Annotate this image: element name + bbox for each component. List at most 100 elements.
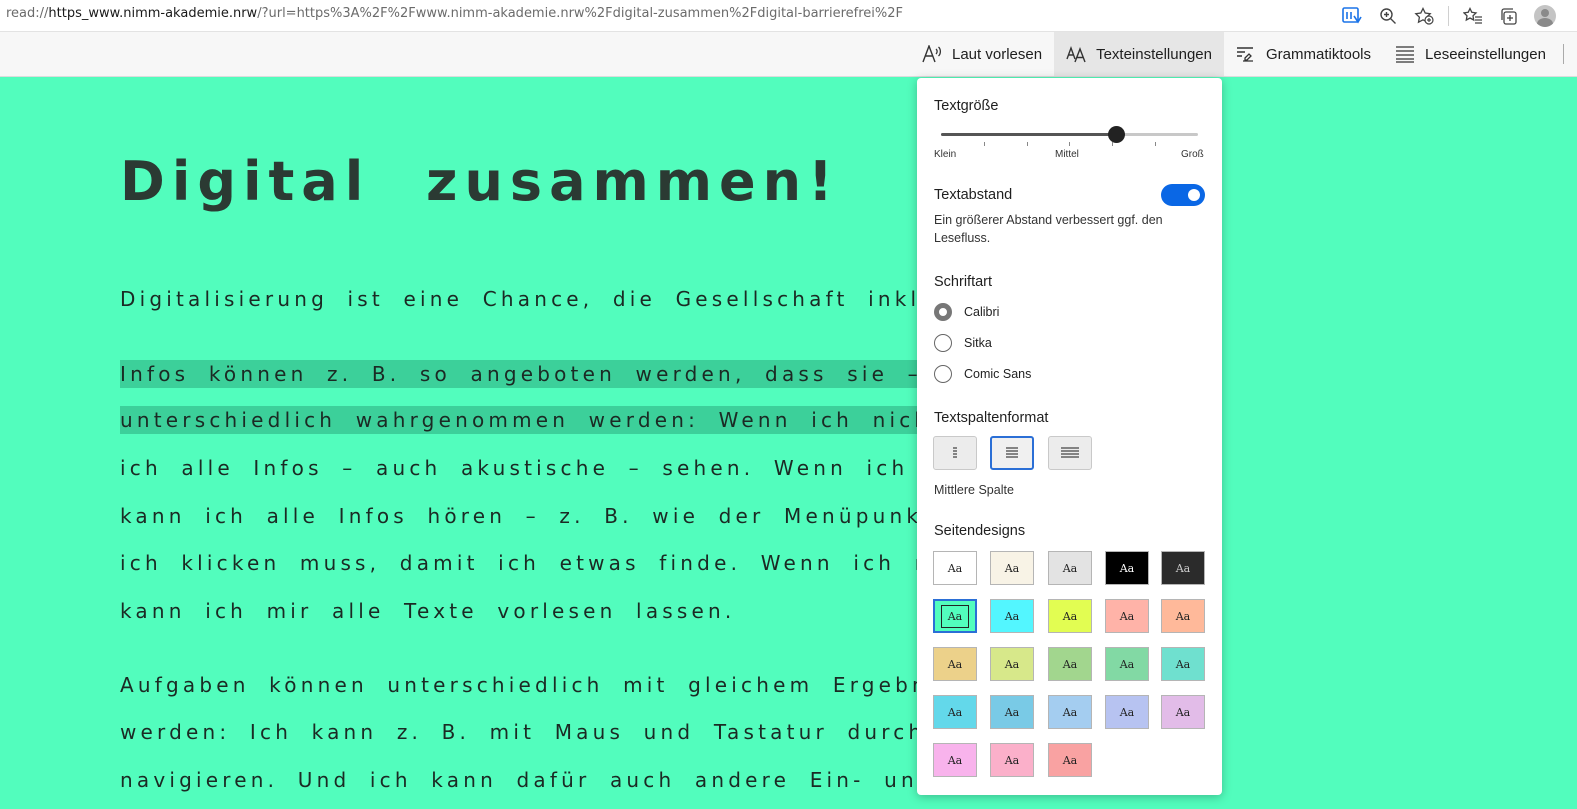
reading-settings-icon: [1395, 45, 1415, 63]
reading-settings-button[interactable]: Leseeinstellungen: [1383, 32, 1558, 76]
swatch-label: Aa: [947, 753, 963, 767]
page-theme-swatch[interactable]: Aa: [990, 743, 1034, 777]
narrow-column-icon: [953, 447, 957, 458]
text-spacing-toggle[interactable]: [1161, 184, 1205, 206]
address-bar[interactable]: read://https_www.nimm-akademie.nrw/?url=…: [0, 0, 1577, 32]
swatch-label: Aa: [1004, 561, 1020, 575]
article-line: Aufgaben können unterschiedlich mit glei…: [120, 673, 954, 697]
text-settings-panel: Textgröße Klein Mittel Groß Textabstand …: [917, 78, 1222, 795]
grammar-tools-label: Grammatiktools: [1265, 45, 1372, 63]
swatch-label: Aa: [1062, 657, 1078, 671]
page-theme-swatch[interactable]: Aa: [1161, 695, 1205, 729]
page-theme-swatch[interactable]: Aa: [933, 743, 977, 777]
swatch-label: Aa: [1175, 609, 1191, 623]
page-theme-swatch[interactable]: Aa: [1048, 551, 1092, 585]
collections-icon[interactable]: [1491, 3, 1527, 29]
font-heading: Schriftart: [934, 274, 993, 290]
swatch-label: Aa: [940, 604, 970, 628]
swatch-label: Aa: [1119, 657, 1135, 671]
page-theme-swatch[interactable]: Aa: [1048, 647, 1092, 681]
radio[interactable]: [934, 365, 952, 383]
page-theme-swatch[interactable]: Aa: [1048, 743, 1092, 777]
swatch-label: Aa: [1004, 609, 1020, 623]
read-aloud-label: Laut vorlesen: [952, 45, 1043, 63]
url-scheme: read://: [6, 6, 49, 21]
page-theme-swatch[interactable]: Aa: [1105, 599, 1149, 633]
article-line: kann ich alle Infos hören – z. B. wie de…: [120, 504, 935, 528]
text-size-icon: [1066, 45, 1086, 63]
page-theme-swatch[interactable]: Aa: [933, 647, 977, 681]
wide-column-button[interactable]: [1048, 436, 1092, 470]
page-theme-swatch[interactable]: Aa: [1161, 647, 1205, 681]
font-option-comic-sans[interactable]: Comic Sans: [934, 365, 1031, 383]
page-theme-swatch[interactable]: Aa: [1048, 695, 1092, 729]
medium-column-button[interactable]: [990, 436, 1034, 470]
swatch-label: Aa: [947, 561, 963, 575]
text-spacing-heading: Textabstand: [934, 187, 1013, 203]
swatch-label: Aa: [1119, 705, 1135, 719]
medium-column-icon: [1006, 447, 1018, 458]
page-theme-swatch[interactable]: Aa: [1105, 695, 1149, 729]
swatch-label: Aa: [1175, 561, 1191, 575]
page-theme-swatch[interactable]: Aa: [1161, 599, 1205, 633]
favorites-icon[interactable]: [1455, 3, 1491, 29]
page-theme-swatch[interactable]: Aa: [990, 599, 1034, 633]
read-aloud-button[interactable]: Laut vorlesen: [910, 32, 1054, 76]
text-settings-label: Texteinstellungen: [1096, 45, 1212, 63]
article-line-highlighted: Infos können z. B. so angeboten werden, …: [120, 360, 958, 388]
page-theme-swatch[interactable]: Aa: [1105, 551, 1149, 585]
url-host: https_www.nimm-akademie.nrw: [48, 6, 258, 21]
text-settings-button[interactable]: Texteinstellungen: [1054, 32, 1224, 76]
article-title: Digital zusammen!: [120, 150, 840, 213]
swatch-label: Aa: [1004, 753, 1020, 767]
page-theme-swatch[interactable]: Aa: [990, 647, 1034, 681]
article-line: navigieren. Und ich kann dafür auch ande…: [120, 768, 935, 792]
grammar-tools-button[interactable]: Grammatiktools: [1224, 32, 1383, 76]
page-themes-heading: Seitendesigns: [934, 523, 1026, 539]
add-favorite-icon[interactable]: [1406, 3, 1442, 29]
page-theme-swatch[interactable]: Aa: [1105, 647, 1149, 681]
highlighted-text: Infos können z. B. so angeboten werden, …: [120, 360, 958, 388]
slider-thumb[interactable]: [1108, 126, 1125, 143]
page-theme-swatch[interactable]: Aa: [1048, 599, 1092, 633]
column-format-heading: Textspaltenformat: [934, 410, 1049, 426]
page-theme-swatch[interactable]: Aa: [990, 551, 1034, 585]
swatch-label: Aa: [1062, 753, 1078, 767]
url-text[interactable]: read://https_www.nimm-akademie.nrw/?url=…: [6, 6, 903, 21]
font-option-label: Comic Sans: [964, 367, 1032, 381]
narrow-column-button[interactable]: [933, 436, 977, 470]
article-line: kann ich mir alle Texte vorlesen lassen.: [120, 599, 736, 623]
font-option-sitka[interactable]: Sitka: [934, 334, 992, 352]
slider-label-medium: Mittel: [1055, 149, 1079, 160]
profile-avatar[interactable]: [1527, 3, 1563, 29]
page-theme-swatch[interactable]: Aa: [933, 695, 977, 729]
page-theme-swatch[interactable]: Aa: [990, 695, 1034, 729]
text-size-slider[interactable]: [941, 126, 1198, 143]
slider-label-small: Klein: [934, 149, 957, 160]
column-format-caption: Mittlere Spalte: [934, 483, 1014, 497]
read-aloud-icon: [922, 45, 942, 63]
wide-column-icon: [1061, 447, 1079, 458]
slider-label-large: Groß: [1181, 149, 1204, 160]
swatch-label: Aa: [1119, 561, 1135, 575]
page-theme-swatch[interactable]: Aa: [1161, 551, 1205, 585]
radio[interactable]: [934, 334, 952, 352]
text-spacing-description: Ein größerer Abstand verbessert ggf. den…: [934, 213, 1163, 245]
url-path: /?url=https%3A%2F%2Fwww.nimm-akademie.nr…: [257, 6, 904, 21]
font-option-label: Calibri: [964, 305, 1000, 319]
highlighted-text: unterschiedlich wahrgenommen werden: Wen…: [120, 406, 944, 434]
article-line-highlighted: unterschiedlich wahrgenommen werden: Wen…: [120, 406, 944, 434]
swatch-label: Aa: [1004, 705, 1020, 719]
font-option-calibri[interactable]: Calibri: [934, 303, 999, 321]
text-size-heading: Textgröße: [934, 98, 999, 114]
page-theme-swatch[interactable]: Aa: [933, 551, 977, 585]
immersive-reader-icon[interactable]: [1334, 3, 1370, 29]
zoom-icon[interactable]: [1370, 3, 1406, 29]
swatch-label: Aa: [947, 657, 963, 671]
page-theme-swatch[interactable]: Aa: [933, 599, 977, 633]
swatch-label: Aa: [947, 705, 963, 719]
article-line: ich klicken muss, damit ich etwas finde.…: [120, 551, 957, 575]
article-line: werden: Ich kann z. B. mit Maus und Tast…: [120, 720, 926, 744]
swatch-label: Aa: [1175, 657, 1191, 671]
radio-selected[interactable]: [934, 303, 952, 321]
